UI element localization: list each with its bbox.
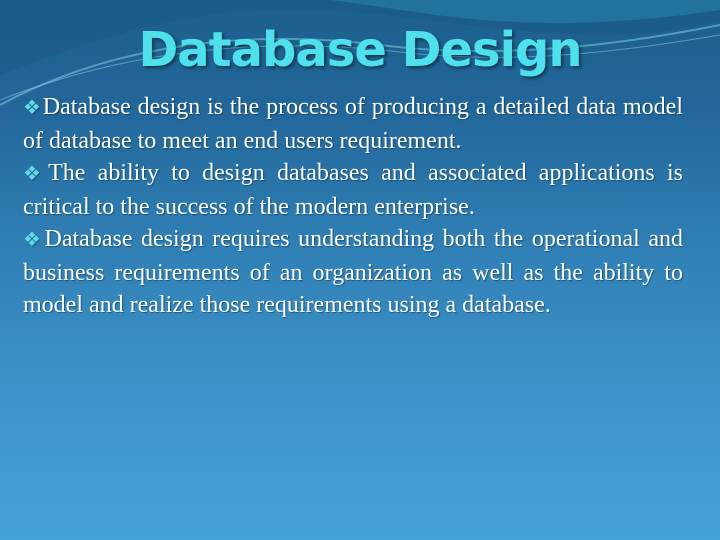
bullet-paragraph-2: ❖The ability to design databases and ass… — [23, 157, 683, 223]
slide-title: Database Design — [138, 22, 582, 78]
paragraph-text: Database design is the process of produc… — [23, 94, 683, 154]
paragraph-text: The ability to design databases and asso… — [23, 160, 683, 220]
slide-body: ❖Database design is the process of produ… — [23, 91, 683, 322]
diamond-bullet-icon: ❖ — [23, 163, 48, 185]
paragraph-text: Database design requires understanding b… — [23, 226, 683, 318]
diamond-bullet-icon: ❖ — [23, 229, 44, 251]
bullet-paragraph-1: ❖Database design is the process of produ… — [23, 91, 683, 157]
diamond-bullet-icon: ❖ — [23, 97, 42, 119]
slide: Database Design ❖Database design is the … — [0, 0, 720, 540]
bullet-paragraph-3: ❖Database design requires understanding … — [23, 223, 683, 322]
